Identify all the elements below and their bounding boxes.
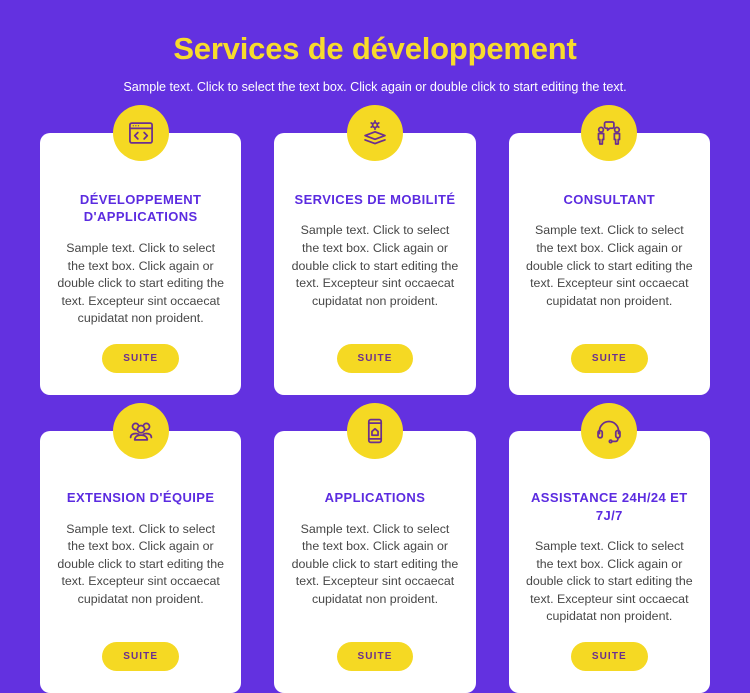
service-card[interactable]: Développement d'applications Sample text… (40, 104, 242, 395)
service-card-title: Assistance 24H/24 et 7J/7 (531, 489, 688, 523)
team-group-icon (112, 402, 169, 459)
service-card[interactable]: Applications Sample text. Click to selec… (274, 402, 476, 693)
service-card-text: Sample text. Click to select the text bo… (57, 240, 224, 326)
services-grid: Développement d'applications Sample text… (40, 104, 710, 693)
headset-support-icon (581, 402, 638, 459)
suite-button[interactable]: SUITE (570, 343, 648, 373)
service-card-text: Sample text. Click to select the text bo… (525, 539, 693, 624)
service-card-title: Consultant (563, 191, 656, 207)
service-card[interactable]: Assistance 24H/24 et 7J/7 Sample text. C… (508, 402, 710, 693)
service-card-text: Sample text. Click to select the text bo… (57, 521, 224, 606)
layers-settings-icon (346, 104, 403, 161)
suite-button[interactable]: SUITE (102, 642, 180, 672)
mobile-app-icon (346, 402, 403, 459)
service-card[interactable]: Extension d'équipe Sample text. Click to… (40, 402, 242, 693)
service-card[interactable]: Services de mobilité Sample text. Click … (274, 104, 476, 395)
consulting-people-icon (581, 104, 638, 161)
page-title: Services de développement (173, 31, 577, 66)
hero-section: Services de développement Sample text. C… (40, 0, 710, 97)
service-card-title: Extension d'équipe (66, 489, 215, 505)
page-subtitle: Sample text. Click to select the text bo… (123, 80, 627, 95)
service-card-title: Services de mobilité (294, 191, 456, 207)
service-card-title: Développement d'applications (79, 191, 202, 225)
page-root: Services de développement Sample text. C… (0, 0, 750, 693)
service-card-title: Applications (324, 489, 426, 505)
code-window-icon (112, 104, 169, 161)
suite-button[interactable]: SUITE (336, 343, 414, 373)
service-card[interactable]: Consultant Sample text. Click to select … (508, 104, 710, 395)
service-card-text: Sample text. Click to select the text bo… (525, 223, 693, 308)
service-card-text: Sample text. Click to select the text bo… (291, 521, 459, 606)
suite-button[interactable]: SUITE (336, 642, 414, 672)
service-card-text: Sample text. Click to select the text bo… (291, 223, 459, 308)
suite-button[interactable]: SUITE (570, 642, 648, 672)
suite-button[interactable]: SUITE (102, 343, 180, 373)
